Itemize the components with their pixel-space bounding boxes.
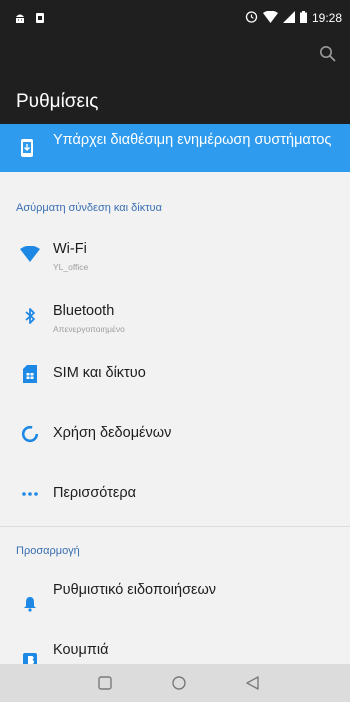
settings-item-buttons[interactable]: Κουμπιά [0, 632, 350, 664]
clock-time: 19:28 [311, 11, 342, 25]
settings-item-title: Wi-Fi [53, 241, 87, 257]
settings-item-wifi[interactable]: Wi-Fi YL_office [0, 226, 350, 282]
system-update-icon [20, 139, 34, 162]
back-icon[interactable] [244, 674, 262, 692]
data-usage-icon [20, 424, 40, 444]
system-update-banner[interactable]: Υπάρχει διαθέσιμη ενημέρωση συστήματος [0, 124, 350, 172]
settings-item-title: SIM και δίκτυο [53, 365, 146, 381]
home-icon[interactable] [170, 674, 188, 692]
status-right-icons: 19:28 [245, 10, 342, 26]
system-update-text: Υπάρχει διαθέσιμη ενημέρωση συστήματος [53, 132, 332, 148]
section-header-personalization: Προσαρμογή [16, 545, 80, 557]
status-bar: 19:28 [0, 0, 350, 36]
settings-item-title: Χρήση δεδομένων [53, 425, 172, 441]
settings-item-summary: YL_office [53, 262, 89, 272]
buttons-icon [20, 650, 40, 664]
section-header-wireless: Ασύρματη σύνδεση και δίκτυα [16, 202, 162, 214]
section-divider [0, 526, 350, 527]
bluetooth-icon [20, 306, 40, 326]
settings-item-notification-slider[interactable]: Ρυθμιστικό ειδοποιήσεων [0, 572, 350, 628]
settings-item-sim[interactable]: SIM και δίκτυο [0, 346, 350, 402]
wifi-icon [20, 244, 40, 264]
sd-card-icon [34, 11, 46, 29]
alarm-icon [245, 10, 258, 26]
battery-icon [299, 10, 307, 26]
status-left-icons [14, 11, 46, 29]
page-title: Ρυθμίσεις [16, 91, 99, 112]
recents-icon[interactable] [96, 674, 114, 692]
android-debug-icon [14, 11, 26, 29]
app-toolbar: Ρυθμίσεις [0, 36, 350, 124]
settings-item-bluetooth[interactable]: Bluetooth Απενεργοποιημένο [0, 288, 350, 344]
navigation-bar [0, 664, 350, 702]
search-icon[interactable] [316, 42, 340, 66]
settings-item-summary: Απενεργοποιημένο [53, 324, 125, 334]
wifi-icon [262, 10, 278, 26]
settings-item-title: Ρυθμιστικό ειδοποιήσεων [53, 582, 217, 598]
settings-item-title: Περισσότερα [53, 485, 136, 501]
settings-item-title: Κουμπιά [53, 642, 109, 658]
settings-item-title: Bluetooth [53, 303, 115, 319]
notification-bell-icon [20, 594, 40, 614]
sim-card-icon [20, 364, 40, 384]
settings-item-data-usage[interactable]: Χρήση δεδομένων [0, 406, 350, 462]
signal-icon [282, 10, 295, 26]
more-icon [20, 484, 40, 504]
settings-item-more[interactable]: Περισσότερα [0, 466, 350, 522]
